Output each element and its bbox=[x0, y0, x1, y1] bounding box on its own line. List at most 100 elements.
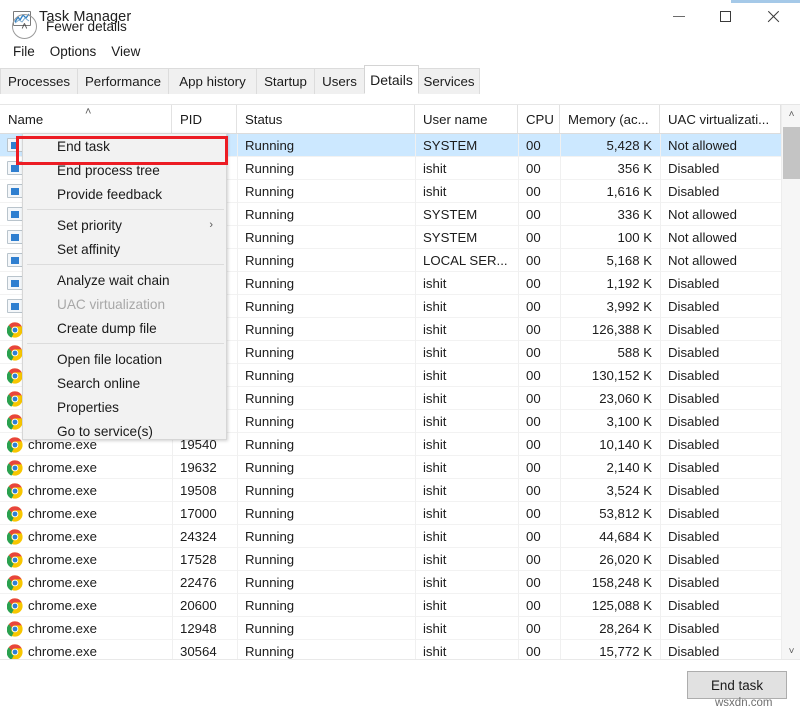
cell-status: Running bbox=[245, 249, 415, 272]
tab-details[interactable]: Details bbox=[364, 65, 419, 94]
table-row[interactable]: chrome.exe24324Runningishit0044,684 KDis… bbox=[0, 525, 781, 548]
cell-name: chrome.exe bbox=[28, 548, 172, 571]
cell-status: Running bbox=[245, 157, 415, 180]
context-menu-item-properties[interactable]: Properties bbox=[23, 395, 226, 419]
cell-status: Running bbox=[245, 479, 415, 502]
context-menu-item-provide-feedback[interactable]: Provide feedback bbox=[23, 182, 226, 206]
cell-divider bbox=[415, 502, 416, 525]
table-row[interactable]: chrome.exe30564Runningishit0015,772 KDis… bbox=[0, 640, 781, 660]
scroll-down-icon[interactable]: ˅ bbox=[782, 642, 800, 660]
generic-app-icon bbox=[7, 253, 23, 268]
table-row[interactable]: chrome.exe20600Runningishit00125,088 KDi… bbox=[0, 594, 781, 617]
tab-processes[interactable]: Processes bbox=[0, 68, 78, 94]
column-header-status[interactable]: Status bbox=[237, 105, 415, 133]
scroll-up-icon[interactable]: ˄ bbox=[782, 105, 800, 123]
sort-ascending-icon: ˄ bbox=[85, 107, 91, 118]
cell-pid: 24324 bbox=[180, 525, 237, 548]
scrollbar-thumb[interactable] bbox=[783, 127, 800, 179]
cell-divider bbox=[560, 548, 561, 571]
context-menu-item-set-priority[interactable]: Set priority› bbox=[23, 213, 226, 237]
cell-divider bbox=[518, 571, 519, 594]
column-header-user[interactable]: User name bbox=[415, 105, 518, 133]
context-menu-item-label: Go to service(s) bbox=[57, 424, 153, 439]
context-menu-item-end-task[interactable]: End task bbox=[23, 134, 226, 158]
cell-status: Running bbox=[245, 134, 415, 157]
context-menu-item-analyze-wait-chain[interactable]: Analyze wait chain bbox=[23, 268, 226, 292]
cell-status: Running bbox=[245, 410, 415, 433]
cell-divider bbox=[560, 525, 561, 548]
cell-divider bbox=[237, 295, 238, 318]
tab-services[interactable]: Services bbox=[418, 68, 480, 94]
cell-divider bbox=[172, 456, 173, 479]
close-icon bbox=[767, 10, 780, 23]
table-row[interactable]: chrome.exe12948Runningishit0028,264 KDis… bbox=[0, 617, 781, 640]
fewer-details-button[interactable]: ˄ Fewer details bbox=[12, 14, 127, 39]
context-menu-item-label: UAC virtualization bbox=[57, 297, 165, 312]
cell-pid: 17000 bbox=[180, 502, 237, 525]
chrome-icon bbox=[7, 437, 23, 452]
table-row[interactable]: chrome.exe17000Runningishit0053,812 KDis… bbox=[0, 502, 781, 525]
cell-uac: Disabled bbox=[668, 502, 781, 525]
cell-divider bbox=[518, 502, 519, 525]
table-row[interactable]: chrome.exe22476Runningishit00158,248 KDi… bbox=[0, 571, 781, 594]
cell-divider bbox=[415, 180, 416, 203]
end-task-button[interactable]: End task bbox=[687, 671, 787, 699]
cell-divider bbox=[237, 525, 238, 548]
cell-divider bbox=[237, 272, 238, 295]
cell-status: Running bbox=[245, 387, 415, 410]
column-header-memory[interactable]: Memory (ac... bbox=[560, 105, 660, 133]
cell-memory: 1,192 K bbox=[568, 272, 652, 295]
cell-divider bbox=[560, 180, 561, 203]
context-menu-item-go-to-service-s[interactable]: Go to service(s) bbox=[23, 419, 226, 443]
cell-status: Running bbox=[245, 571, 415, 594]
chrome-icon bbox=[7, 529, 23, 544]
context-menu-item-create-dump-file[interactable]: Create dump file bbox=[23, 316, 226, 340]
cell-cpu: 00 bbox=[526, 318, 560, 341]
column-header-pid[interactable]: PID bbox=[172, 105, 237, 133]
cell-divider bbox=[660, 594, 661, 617]
cell-user: ishit bbox=[423, 571, 518, 594]
cell-divider bbox=[237, 617, 238, 640]
tab-performance[interactable]: Performance bbox=[77, 68, 169, 94]
cell-status: Running bbox=[245, 364, 415, 387]
chevron-up-icon: ˄ bbox=[12, 14, 37, 39]
table-row[interactable]: chrome.exe19508Runningishit003,524 KDisa… bbox=[0, 479, 781, 502]
context-menu-item-label: End process tree bbox=[57, 163, 160, 178]
context-menu-item-open-file-location[interactable]: Open file location bbox=[23, 347, 226, 371]
context-menu-item-search-online[interactable]: Search online bbox=[23, 371, 226, 395]
minimize-button[interactable] bbox=[655, 0, 702, 32]
context-menu-item-set-affinity[interactable]: Set affinity bbox=[23, 237, 226, 261]
cell-divider bbox=[518, 456, 519, 479]
tab-startup[interactable]: Startup bbox=[256, 68, 315, 94]
table-row[interactable]: chrome.exe17528Runningishit0026,020 KDis… bbox=[0, 548, 781, 571]
context-menu-item-end-process-tree[interactable]: End process tree bbox=[23, 158, 226, 182]
cell-divider bbox=[518, 548, 519, 571]
cell-uac: Disabled bbox=[668, 272, 781, 295]
cell-user: SYSTEM bbox=[423, 134, 518, 157]
cell-divider bbox=[560, 157, 561, 180]
cell-divider bbox=[560, 640, 561, 660]
tab-users[interactable]: Users bbox=[314, 68, 365, 94]
menu-item-options[interactable]: Options bbox=[44, 43, 103, 60]
maximize-button[interactable] bbox=[702, 0, 749, 32]
cell-user: ishit bbox=[423, 548, 518, 571]
cell-uac: Disabled bbox=[668, 456, 781, 479]
cell-memory: 3,100 K bbox=[568, 410, 652, 433]
column-header-cpu[interactable]: CPU bbox=[518, 105, 560, 133]
menu-item-view[interactable]: View bbox=[105, 43, 146, 60]
context-menu[interactable]: End task End process tree Provide feedback… bbox=[22, 133, 227, 440]
cell-divider bbox=[660, 295, 661, 318]
menu-item-file[interactable]: File bbox=[7, 43, 41, 60]
cell-user: ishit bbox=[423, 479, 518, 502]
cell-divider bbox=[660, 525, 661, 548]
column-header-uac[interactable]: UAC virtualizati... bbox=[660, 105, 781, 133]
cell-divider bbox=[415, 134, 416, 157]
vertical-scrollbar[interactable]: ˄ ˅ bbox=[781, 105, 800, 660]
context-menu-item-label: Create dump file bbox=[57, 321, 157, 336]
cell-divider bbox=[415, 594, 416, 617]
close-button[interactable] bbox=[749, 0, 798, 32]
cell-memory: 15,772 K bbox=[568, 640, 652, 660]
cell-divider bbox=[560, 617, 561, 640]
table-row[interactable]: chrome.exe19632Runningishit002,140 KDisa… bbox=[0, 456, 781, 479]
tab-app-history[interactable]: App history bbox=[168, 68, 257, 94]
